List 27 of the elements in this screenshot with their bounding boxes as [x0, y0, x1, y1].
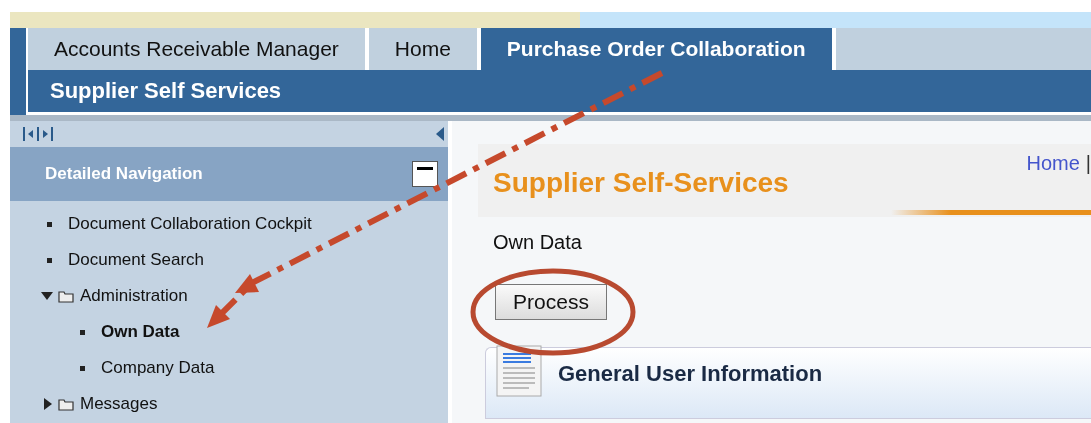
nav-link[interactable]: Document Collaboration Cockpit [68, 214, 312, 234]
nav-arrows-icon[interactable] [23, 126, 53, 142]
nav-folder[interactable]: Messages [80, 394, 158, 414]
process-button[interactable]: Process [495, 284, 607, 320]
nav-link[interactable]: Company Data [101, 358, 215, 378]
section-title: General User Information [558, 361, 823, 387]
nav-link[interactable]: Document Search [68, 250, 205, 270]
minimize-button[interactable] [412, 161, 438, 187]
folder-icon [58, 397, 74, 411]
top-tab[interactable]: Purchase Order Collaboration [480, 28, 836, 70]
home-link[interactable]: Home [1026, 152, 1080, 175]
bullet-icon [80, 365, 85, 371]
bullet-icon [80, 329, 85, 335]
expand-down-icon[interactable] [41, 290, 53, 302]
collapse-icon[interactable] [436, 127, 444, 141]
nav-folder[interactable]: Administration [80, 286, 188, 306]
page-title: Supplier Self-Services [492, 167, 789, 200]
top-tab[interactable]: Accounts Receivable Manager [26, 28, 369, 70]
bullet-icon [47, 221, 52, 227]
separator: | [1085, 152, 1091, 175]
nav-link[interactable]: Own Data [101, 322, 180, 342]
document-icon [496, 345, 542, 397]
page-subtitle: Own Data [492, 230, 583, 254]
bullet-icon [47, 257, 52, 263]
expand-right-icon[interactable] [41, 398, 53, 410]
folder-icon [58, 289, 74, 303]
sidebar-title: Detailed Navigation [45, 164, 203, 184]
